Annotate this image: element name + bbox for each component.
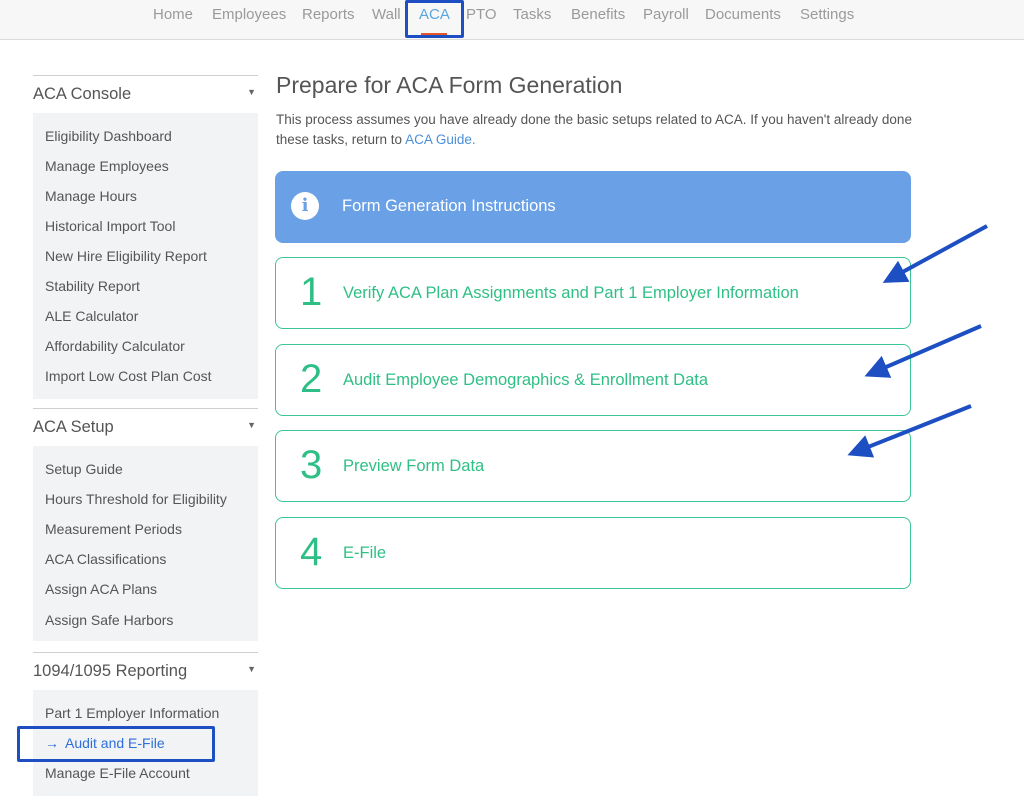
annotation-arrows <box>847 224 988 458</box>
annotation-arrow-3 <box>847 404 972 458</box>
annotation-arrow-2 <box>864 324 982 378</box>
annotation-arrow-1 <box>882 224 988 283</box>
